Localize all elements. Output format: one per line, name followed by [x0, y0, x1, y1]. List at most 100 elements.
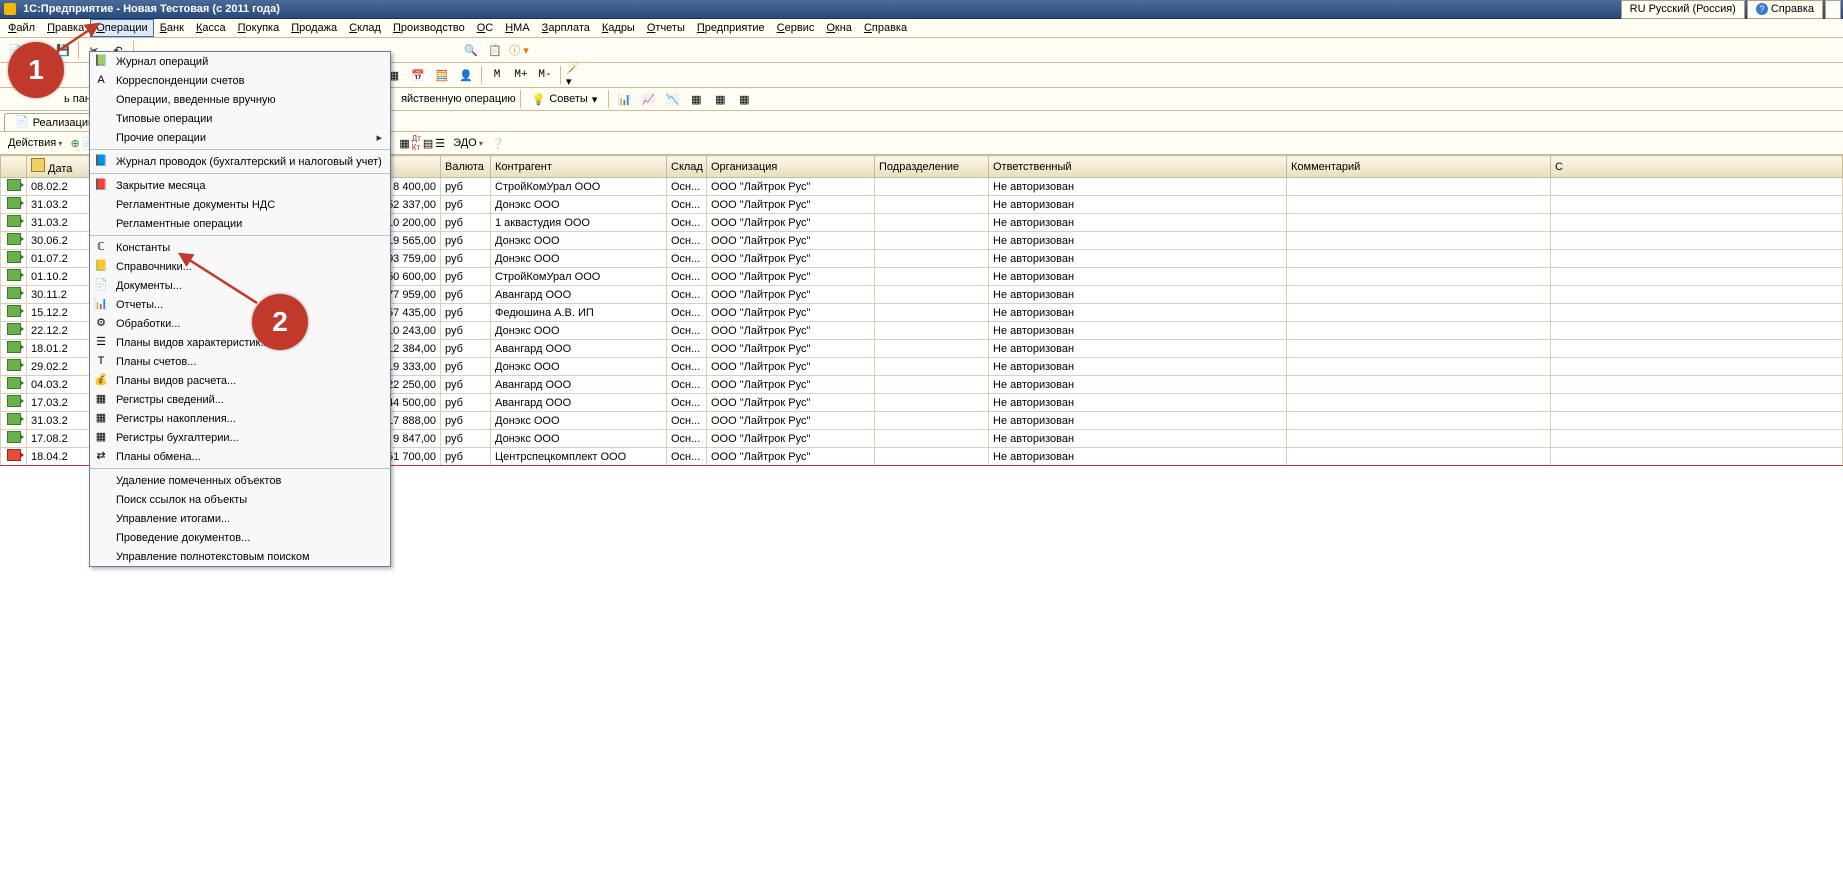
toolbar-options-icon[interactable]: ⋮ — [1825, 0, 1841, 19]
menu-item[interactable]: Удаление помеченных объектов — [90, 471, 390, 490]
menu-item[interactable]: Регламентные документы НДС — [90, 195, 390, 214]
chart2-icon[interactable]: 📈 — [637, 88, 659, 110]
menu-отчеты[interactable]: Отчеты — [641, 19, 691, 37]
menu-item[interactable]: Операции, введенные вручную — [90, 90, 390, 109]
menu-item[interactable]: ⇄Планы обмена... — [90, 447, 390, 466]
menu-покупка[interactable]: Покупка — [232, 19, 286, 37]
cell — [875, 322, 989, 340]
memory-mplus[interactable]: M+ — [510, 64, 532, 86]
menu-item-label: Регламентные документы НДС — [116, 199, 275, 211]
col-header[interactable] — [1, 156, 27, 178]
menu-item[interactable]: ▦Регистры сведений... — [90, 390, 390, 409]
col-header[interactable]: Дата — [27, 156, 91, 178]
memory-m[interactable]: M — [486, 64, 508, 86]
chart4-icon[interactable]: ▦ — [685, 88, 707, 110]
menu-item[interactable]: 📘Журнал проводок (бухгалтерский и налого… — [90, 152, 390, 171]
tips-button[interactable]: 💡 Советы ▾ — [525, 88, 605, 110]
edo-dropdown[interactable]: ЭДО — [449, 137, 487, 149]
col-header[interactable]: Организация — [707, 156, 875, 178]
cell: Осн... — [667, 430, 707, 448]
menu-item[interactable]: Поиск ссылок на объекты — [90, 490, 390, 509]
menu-item[interactable]: Типовые операции — [90, 109, 390, 128]
wizard-icon[interactable]: 🪄 ▾ — [565, 64, 587, 86]
cell: 08.02.2 — [27, 178, 91, 196]
doc-icon[interactable]: 📋 — [484, 39, 506, 61]
calc-icon[interactable]: 🧮 — [431, 64, 453, 86]
menu-item[interactable]: Регламентные операции — [90, 214, 390, 233]
cell — [1, 376, 27, 394]
chart6-icon[interactable]: ▦ — [733, 88, 755, 110]
menu-item-icon: Т — [92, 354, 110, 370]
help-small-icon[interactable]: ❔ — [491, 137, 505, 150]
col-header[interactable]: Комментарий — [1287, 156, 1551, 178]
menu-справка[interactable]: Справка — [858, 19, 913, 37]
menu-банк[interactable]: Банк — [154, 19, 190, 37]
actions-dropdown[interactable]: Действия — [4, 137, 66, 149]
search-icon[interactable]: 🔍 — [460, 39, 482, 61]
add-icon[interactable]: ⊕ — [70, 137, 79, 150]
menu-продажа[interactable]: Продажа — [285, 19, 343, 37]
menu-item[interactable]: АКорреспонденции счетов — [90, 71, 390, 90]
cell: ООО "Лайтрок Рус" — [707, 430, 875, 448]
cell — [875, 448, 989, 466]
cell: руб — [441, 394, 491, 412]
info-icon[interactable]: ⓘ ▾ — [508, 39, 530, 61]
cell — [1287, 412, 1551, 430]
language-selector[interactable]: RU Русский (Россия) — [1621, 0, 1745, 19]
menu-item[interactable]: Проведение документов... — [90, 528, 390, 547]
row-status-icon — [7, 323, 21, 335]
menu-item-icon — [92, 216, 110, 232]
menu-item[interactable]: ▦Регистры накопления... — [90, 409, 390, 428]
menu-item[interactable]: ☰Планы видов характеристик... — [90, 333, 390, 352]
menu-item[interactable]: Прочие операции▸ — [90, 128, 390, 147]
list-icon[interactable]: ☰ — [435, 137, 445, 150]
cell — [1551, 178, 1843, 196]
form-icon[interactable]: ▤ — [423, 137, 433, 150]
menu-item[interactable]: Управление итогами... — [90, 509, 390, 528]
menu-производство[interactable]: Производство — [387, 19, 471, 37]
cell: ООО "Лайтрок Рус" — [707, 178, 875, 196]
menu-окна[interactable]: Окна — [820, 19, 858, 37]
menu-склад[interactable]: Склад — [343, 19, 387, 37]
col-header[interactable]: Контрагент — [491, 156, 667, 178]
cell: 01.07.2 — [27, 250, 91, 268]
menu-кадры[interactable]: Кадры — [596, 19, 641, 37]
menu-item[interactable]: ТПланы счетов... — [90, 352, 390, 371]
user-icon[interactable]: 👤 — [455, 64, 477, 86]
menu-item-icon — [92, 492, 110, 508]
menu-item-label: Константы — [116, 242, 170, 254]
filter-icon[interactable]: ▦ — [399, 137, 409, 150]
menu-item[interactable]: 📕Закрытие месяца — [90, 176, 390, 195]
menu-сервис[interactable]: Сервис — [771, 19, 821, 37]
col-header[interactable]: С — [1551, 156, 1843, 178]
menu-item-icon — [92, 92, 110, 108]
menu-item[interactable]: ⚙Обработки... — [90, 314, 390, 333]
col-header[interactable]: Ответственный — [989, 156, 1287, 178]
menu-предприятие[interactable]: Предприятие — [691, 19, 771, 37]
cell: 30.06.2 — [27, 232, 91, 250]
menu-нма[interactable]: НМА — [499, 19, 535, 37]
col-header[interactable]: Валюта — [441, 156, 491, 178]
annotation-arrow-2 — [172, 248, 262, 308]
cell: Осн... — [667, 412, 707, 430]
chart3-icon[interactable]: 📉 — [661, 88, 683, 110]
menu-item[interactable]: Управление полнотекстовым поиском — [90, 547, 390, 566]
dt-kt-icon[interactable]: ДтКт — [412, 134, 421, 152]
cell: Осн... — [667, 394, 707, 412]
cell: Не авторизован — [989, 322, 1287, 340]
menu-зарплата[interactable]: Зарплата — [536, 19, 596, 37]
calendar-icon[interactable]: 📅 — [407, 64, 429, 86]
chart5-icon[interactable]: ▦ — [709, 88, 731, 110]
col-header[interactable]: Склад — [667, 156, 707, 178]
help-button[interactable]: ?Справка — [1747, 0, 1823, 19]
chart1-icon[interactable]: 📊 — [613, 88, 635, 110]
cell: ООО "Лайтрок Рус" — [707, 214, 875, 232]
menu-item[interactable]: ▦Регистры бухгалтерии... — [90, 428, 390, 447]
memory-mminus[interactable]: M- — [534, 64, 556, 86]
menu-item[interactable]: 📗Журнал операций — [90, 52, 390, 71]
menu-item[interactable]: 💰Планы видов расчета... — [90, 371, 390, 390]
menu-касса[interactable]: Касса — [190, 19, 232, 37]
menu-файл[interactable]: Файл — [2, 19, 41, 37]
col-header[interactable]: Подразделение — [875, 156, 989, 178]
menu-ос[interactable]: ОС — [471, 19, 500, 37]
